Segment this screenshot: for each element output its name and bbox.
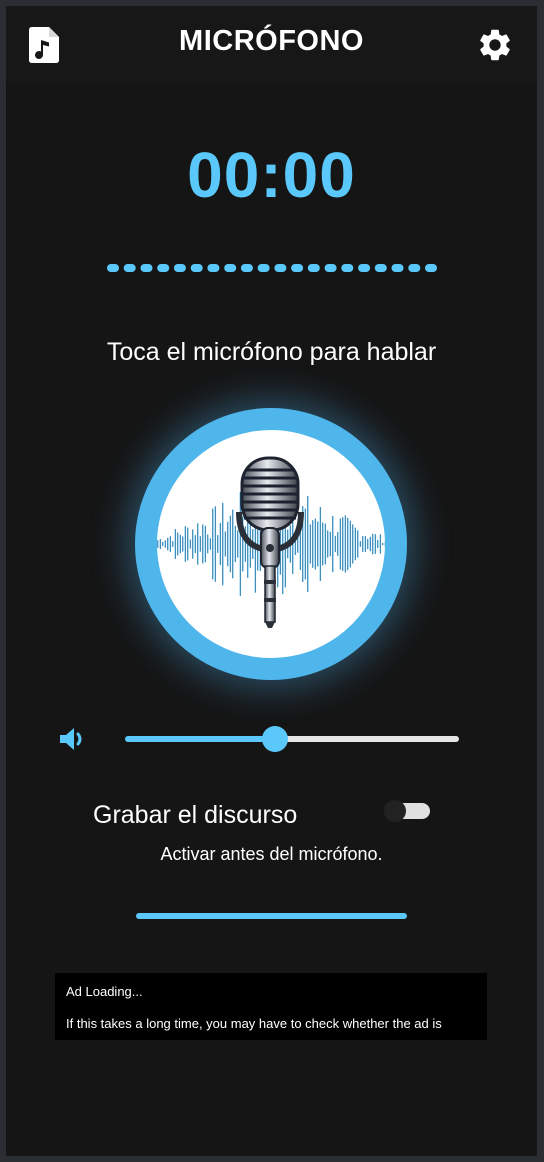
level-dot xyxy=(224,264,237,272)
toggle-knob xyxy=(384,800,406,822)
level-dot xyxy=(157,264,170,272)
level-dot xyxy=(240,264,253,272)
app-screen: MICRÓFONO 00:00 Toca el micrófono para h… xyxy=(6,6,537,1156)
ad-message-text: If this takes a long time, you may have … xyxy=(66,1016,442,1031)
level-dot xyxy=(173,264,186,272)
level-dot xyxy=(391,264,404,272)
level-dot xyxy=(207,264,220,272)
microphone-button[interactable] xyxy=(135,408,407,680)
level-dot xyxy=(291,264,304,272)
ad-banner[interactable]: Ad Loading... If this takes a long time,… xyxy=(55,973,487,1040)
level-dot xyxy=(274,264,287,272)
volume-icon[interactable] xyxy=(58,724,88,754)
top-app-bar: MICRÓFONO xyxy=(6,6,537,82)
volume-slider[interactable] xyxy=(125,724,459,754)
level-dot xyxy=(257,264,270,272)
level-dot xyxy=(123,264,136,272)
ad-loading-text: Ad Loading... xyxy=(66,984,143,999)
page-title: MICRÓFONO xyxy=(179,25,364,57)
level-dot xyxy=(358,264,371,272)
gear-icon[interactable] xyxy=(476,26,514,64)
record-speech-label: Grabar el discurso xyxy=(93,801,298,829)
level-dot xyxy=(190,264,203,272)
record-speech-toggle[interactable] xyxy=(384,800,432,822)
level-dot xyxy=(408,264,421,272)
slider-track-inactive xyxy=(275,736,459,742)
slider-track-active xyxy=(125,736,275,742)
slider-thumb[interactable] xyxy=(262,726,288,752)
level-dot xyxy=(341,264,354,272)
microphone-image xyxy=(157,430,385,658)
level-dot xyxy=(307,264,320,272)
microphone-icon xyxy=(157,456,385,628)
instruction-text: Toca el micrófono para hablar xyxy=(106,338,437,366)
level-dot xyxy=(425,264,437,272)
level-dot xyxy=(140,264,153,272)
divider-bar xyxy=(136,913,407,919)
audio-level-dots xyxy=(107,264,437,272)
level-dot xyxy=(374,264,387,272)
record-speech-hint: Activar antes del micrófono. xyxy=(160,844,383,864)
recording-timer: 00:00 xyxy=(187,139,356,211)
level-dot xyxy=(324,264,337,272)
level-dot xyxy=(107,264,119,272)
